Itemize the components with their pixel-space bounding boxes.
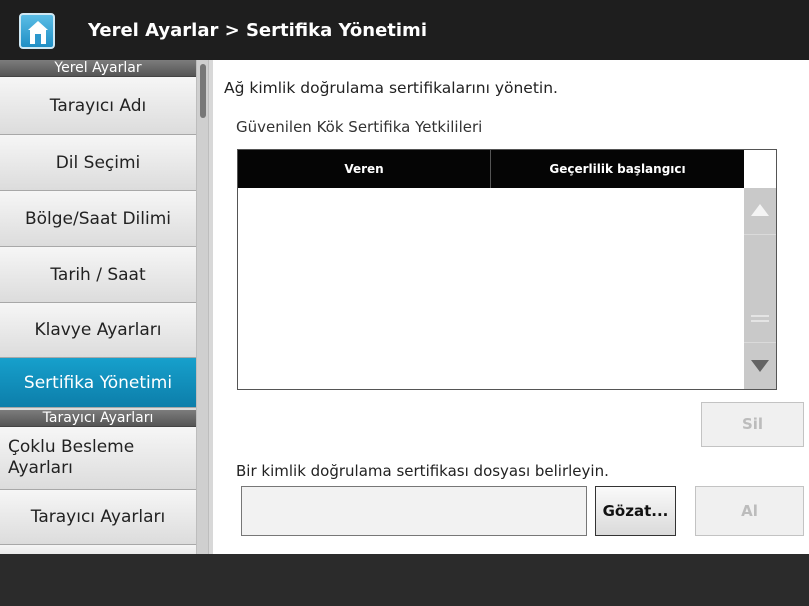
sidebar-item-language[interactable]: Dil Seçimi [0, 135, 196, 191]
certificate-table[interactable]: Veren Geçerlilik başlangıcı [237, 149, 777, 390]
certificate-file-input[interactable] [241, 486, 587, 536]
home-button[interactable] [19, 13, 55, 49]
bottom-bar [0, 554, 809, 606]
content-area: Yerel Ayarlar Tarayıcı Adı Dil Seçimi Bö… [0, 60, 809, 554]
column-valid-from[interactable]: Geçerlilik başlangıcı [491, 150, 744, 188]
arrow-up-icon [751, 204, 769, 216]
sidebar-item-date-time[interactable]: Tarih / Saat [0, 247, 196, 303]
sidebar-item-certificate-management[interactable]: Sertifika Yönetimi [0, 358, 196, 408]
sidebar-item-timezone[interactable]: Bölge/Saat Dilimi [0, 191, 196, 247]
file-prompt: Bir kimlik doğrulama sertifikası dosyası… [236, 462, 609, 480]
arrow-down-icon [751, 360, 769, 372]
sidebar-section-local-settings: Yerel Ayarlar [0, 60, 196, 77]
page-title: Yerel Ayarlar > Sertifika Yönetimi [88, 20, 427, 41]
sidebar-item-multifeed[interactable]: Çoklu Besleme Ayarları [0, 427, 196, 490]
table-header: Veren Geçerlilik başlangıcı [238, 150, 744, 188]
import-button[interactable]: Al [695, 486, 804, 536]
scroll-up-button[interactable] [744, 188, 776, 234]
main-panel: Ağ kimlik doğrulama sertifikalarını yöne… [213, 60, 809, 554]
scroll-divider [744, 234, 776, 235]
sidebar: Yerel Ayarlar Tarayıcı Adı Dil Seçimi Bö… [0, 60, 196, 554]
browse-button[interactable]: Gözat... [595, 486, 676, 536]
column-issuer[interactable]: Veren [238, 150, 491, 188]
home-icon [28, 21, 48, 44]
sidebar-item-scanner-settings[interactable]: Tarayıcı Ayarları [0, 490, 196, 545]
table-scrollbar[interactable] [744, 188, 776, 389]
sidebar-section-scanner-settings: Tarayıcı Ayarları [0, 410, 196, 427]
trusted-ca-title: Güvenilen Kök Sertifika Yetkilileri [236, 118, 483, 136]
sidebar-scrollbar[interactable] [196, 60, 209, 554]
scroll-down-button[interactable] [744, 343, 776, 389]
grip-icon [751, 315, 769, 322]
sidebar-item-scanner-name[interactable]: Tarayıcı Adı [0, 77, 196, 135]
title-bar: Yerel Ayarlar > Sertifika Yönetimi [0, 0, 809, 60]
page-description: Ağ kimlik doğrulama sertifikalarını yöne… [224, 79, 558, 97]
scroll-thumb[interactable] [744, 295, 776, 341]
sidebar-scroll-thumb[interactable] [200, 64, 206, 118]
sidebar-item-keyboard[interactable]: Klavye Ayarları [0, 303, 196, 358]
delete-button[interactable]: Sil [701, 402, 804, 447]
sidebar-item-partial[interactable] [0, 545, 196, 554]
sidebar-item-multifeed-label: Çoklu Besleme Ayarları [8, 437, 135, 478]
